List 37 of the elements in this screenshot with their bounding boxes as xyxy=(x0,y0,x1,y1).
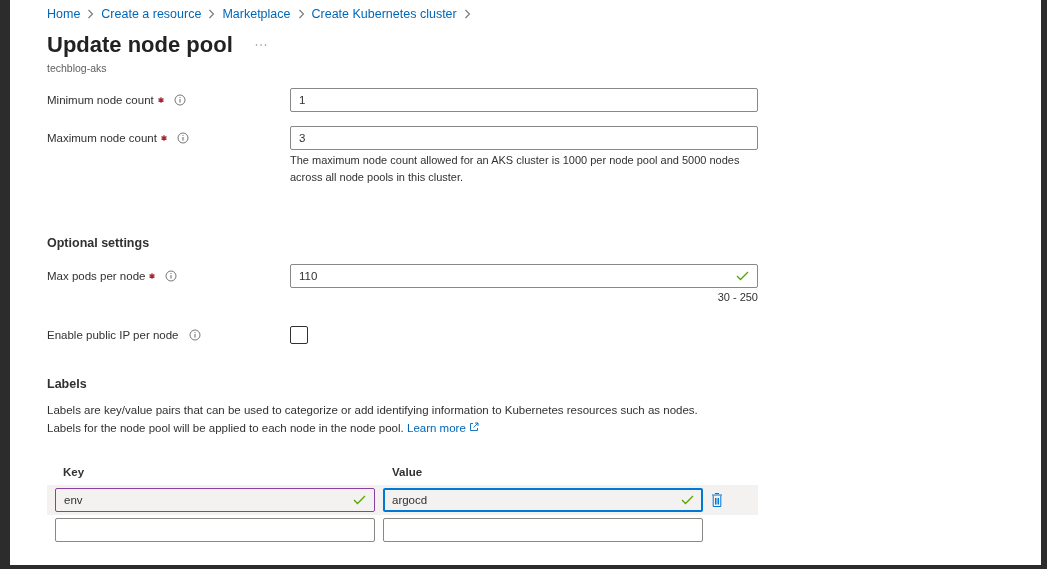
key-field[interactable] xyxy=(55,518,375,542)
chevron-icon xyxy=(463,9,471,19)
column-header: Value xyxy=(392,466,423,478)
description-text: Labels are key/value pairs that can be used to categorize or add identifying information to Kubernetes resources such as nodes. Labels for the node pool will be applied to each node in the node pool. Learn more xyxy=(47,403,699,436)
text-field[interactable]: 3 xyxy=(290,126,758,150)
range-hint: 30 - 250 xyxy=(717,291,758,303)
info-icon[interactable] xyxy=(176,132,189,144)
text-field[interactable]: 110 xyxy=(290,264,758,288)
page-title: Update node pool xyxy=(47,32,233,58)
breadcrumb-link[interactable]: Home xyxy=(47,7,81,21)
learn-more-link[interactable]: Learn more xyxy=(407,422,479,434)
key-field[interactable]: env xyxy=(55,488,375,512)
section-heading: Optional settings xyxy=(47,236,151,250)
value-field[interactable] xyxy=(383,518,703,542)
label-row[interactable]: env argocd xyxy=(47,485,758,515)
delete-icon[interactable] xyxy=(711,492,723,508)
field-label: Maximum node count xyxy=(47,132,157,144)
field-label: Minimum node count xyxy=(47,94,154,106)
chevron-icon xyxy=(208,9,216,19)
resource-name: techblog-aks xyxy=(47,62,108,74)
chevron-icon xyxy=(87,9,95,19)
checkbox[interactable] xyxy=(290,326,308,344)
section-heading: Labels xyxy=(47,377,88,391)
field-label: Enable public IP per node xyxy=(47,329,179,341)
column-header: Key xyxy=(63,466,86,478)
breadcrumb-link[interactable]: Create a resource xyxy=(101,7,202,21)
text-field[interactable]: 1 xyxy=(290,88,758,112)
info-icon[interactable] xyxy=(173,94,186,106)
value-field[interactable]: argocd xyxy=(383,488,703,512)
breadcrumb-link[interactable]: Create Kubernetes cluster xyxy=(311,7,457,21)
chevron-icon xyxy=(297,9,305,19)
field-label: Max pods per node xyxy=(47,270,146,282)
info-icon[interactable] xyxy=(188,329,201,341)
help-text: The maximum node count allowed for an AKS cluster is 1000 per node pool and 5000 nodes across all node pools in this cluster. xyxy=(290,153,741,185)
info-icon[interactable] xyxy=(165,270,178,282)
breadcrumb-link[interactable]: Marketplace xyxy=(222,7,291,21)
external-link-icon[interactable] xyxy=(469,422,479,432)
